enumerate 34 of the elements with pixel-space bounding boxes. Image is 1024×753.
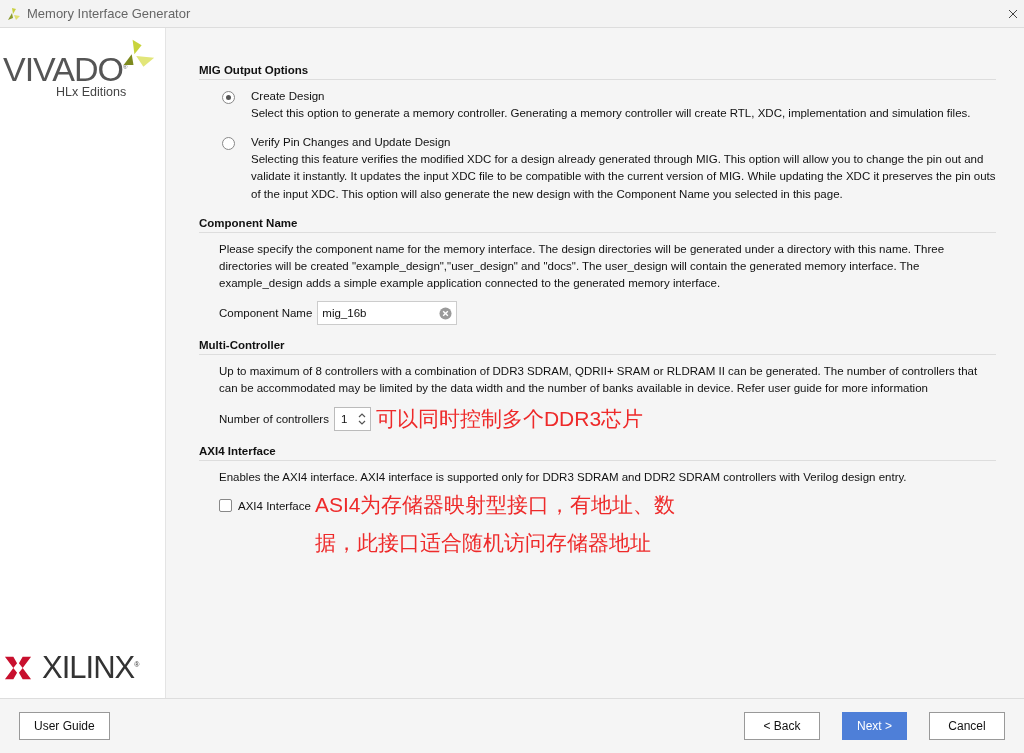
dialog-button[interactable]: < Back [744, 712, 820, 740]
dialog-button[interactable]: Next > [842, 712, 907, 740]
app-logo-icon [5, 5, 21, 22]
option-description: Select this option to generate a memory controller. Generating a memory controller will create RTL, XDC, implementation and simulation files. [251, 106, 971, 121]
logo-icon [4, 654, 32, 682]
text-field[interactable]: mig_16b [317, 301, 458, 325]
section-heading: Component Name [199, 217, 996, 233]
window-title: Memory Interface Generator [27, 6, 192, 21]
option-description: Selecting this feature verifies the modified XDC for a design already generated through MIG. This option will allow you to change the pin out and validate it instantly. It updates the input XDC file to be compatible with the current version of MIG. While updating the XDC it preserves the pin outs of the input XDC. This option will also generate the new design with the Component Name you selected in this page. [251, 151, 996, 202]
checkbox-label: AXI4 Interface [238, 499, 311, 512]
annotation-text: 据，此接口适合随机访问存储器地址 [314, 530, 652, 556]
clear-icon[interactable] [439, 306, 453, 320]
section-description: Please specify the component name for the memory interface. The design directories will be generated under a directory with this name. Three directories will be created "example_design","user_design" and "docs". The user_design will contain the generated memory interface. The example_design adds a simple example application connected to the generated memory interface. [219, 242, 946, 291]
logo-text: XILINX$^{®}$ [42, 650, 139, 686]
logo-subtitle: HLx Editions [56, 86, 128, 99]
section-heading: Multi-Controller [199, 339, 996, 355]
section-heading: MIG Output Options [199, 64, 996, 80]
spinner-label: Number of controllers [219, 412, 329, 425]
dialog-button[interactable]: User Guide [19, 712, 110, 740]
radio-label: Verify Pin Changes and Update Design [251, 134, 452, 150]
logo-text: VIVADO$^{®}$ [3, 52, 127, 86]
dialog-button[interactable]: Cancel [929, 712, 1005, 740]
radio-button[interactable] [222, 91, 235, 104]
section-description: Enables the AXI4 interface. AXI4 interface is supported only for DDR3 SDRAM and DDR2 SDRAM controllers with Verilog design entry. [219, 470, 908, 486]
annotation-text: 可以同时控制多个DDR3芯片 [375, 406, 644, 432]
checkbox[interactable] [219, 499, 232, 513]
section-description: Up to maximum of 8 controllers with a combination of DDR3 SDRAM, QDRII+ SRAM or RLDRAM II can be generated. The number of controllers that can be accommodated may be limited by the data width and the number of banks available in device. Refer user guide for more information [219, 364, 979, 396]
annotation-text: ASI4为存储器映射型接口，有地址、数 [314, 492, 676, 518]
field-label: Component Name [219, 307, 313, 319]
radio-label: Create Design [251, 89, 326, 104]
radio-button[interactable] [222, 136, 235, 150]
close-icon[interactable] [1008, 8, 1018, 19]
number-spinner[interactable]: 1 [333, 406, 371, 431]
section-heading: AXI4 Interface [199, 445, 996, 462]
